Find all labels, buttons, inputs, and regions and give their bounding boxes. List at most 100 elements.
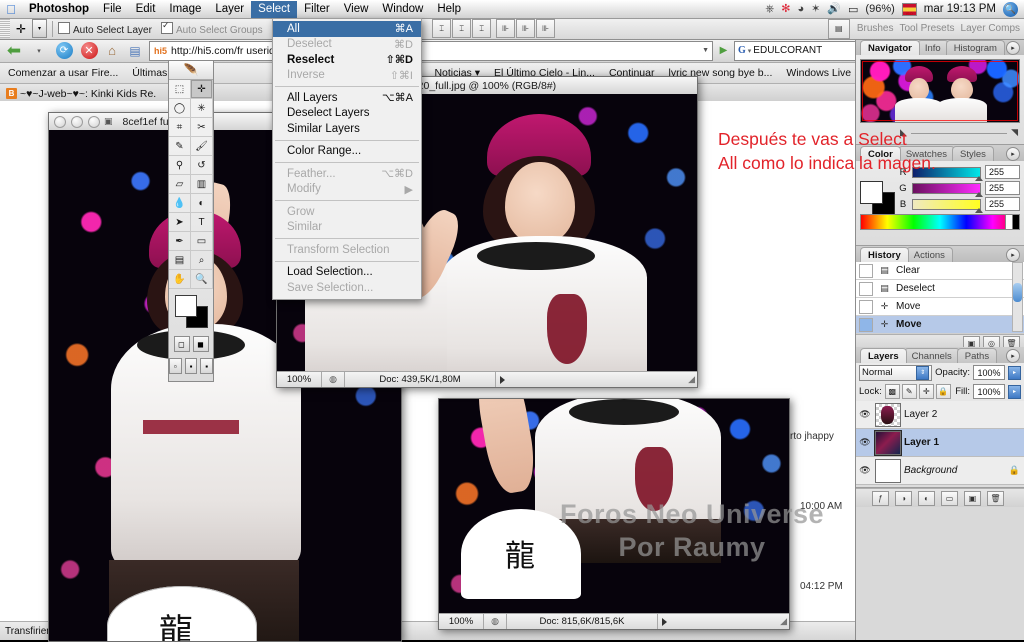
color-channel-row-g[interactable]: G 255 (898, 181, 1020, 197)
standard-screen-mode-button[interactable]: ▫ (169, 358, 182, 374)
spotlight-search-icon[interactable]: 🔍 (1003, 1, 1018, 17)
back-button[interactable]: ⬅ (3, 41, 25, 61)
lock-position-icon[interactable]: ✛ (918, 384, 934, 399)
layer-mask-icon[interactable]: ◑ (895, 490, 912, 506)
history-panel[interactable]: History Actions ▸ ▤ Clear ▤ Deselect ✛ M… (856, 246, 1024, 351)
zoom-button[interactable] (88, 115, 100, 128)
move-tool-icon[interactable]: ✛ (10, 19, 32, 38)
menu-layer[interactable]: Layer (208, 1, 251, 18)
foreground-color-swatch[interactable] (175, 295, 197, 317)
menu-filter[interactable]: Filter (297, 1, 337, 18)
panel-menu-icon[interactable]: ▸ (1006, 349, 1020, 363)
lock-image-icon[interactable]: ✎ (901, 384, 917, 399)
volume-icon[interactable]: 🔊 (827, 3, 841, 15)
browser-tab[interactable]: B ~♥~J-web~♥~: Kinki Kids Re. (6, 88, 156, 100)
menu-edit[interactable]: Edit (129, 1, 163, 18)
select-menu-dropdown[interactable]: All ⌘A Deselect ⌘D Reselect ⇧⌘D Inverse … (272, 18, 422, 300)
history-snapshot-box[interactable] (859, 263, 873, 278)
tab-layers[interactable]: Layers (860, 348, 907, 363)
apple-icon[interactable]:  (0, 3, 22, 16)
notes-tool[interactable]: ▤ (169, 251, 191, 270)
menu-item-reselect[interactable]: Reselect ⇧⌘D (273, 52, 421, 68)
minimize-button[interactable] (71, 115, 83, 128)
align-vertical-center-button[interactable]: ⌶ (452, 19, 472, 38)
checkbox-box[interactable] (160, 20, 173, 34)
visibility-toggle-icon[interactable]: 👁 (858, 409, 872, 420)
status-menu-arrow[interactable] (500, 375, 505, 384)
stamp-tool[interactable]: ⚲ (169, 156, 191, 175)
menu-view[interactable]: View (337, 1, 376, 18)
palette-well-icon[interactable]: ▤ (827, 18, 850, 39)
tab-actions[interactable]: Actions (905, 247, 953, 262)
tab-navigator[interactable]: Navigator (860, 40, 920, 55)
hand-tool[interactable]: ✋ (169, 270, 191, 289)
menu-item-deselect-layers[interactable]: Deselect Layers (273, 106, 421, 122)
zoom-level[interactable]: 100% (277, 372, 322, 387)
tool-preset-dropdown[interactable]: ▾ (32, 19, 47, 38)
history-state-selected[interactable]: ✛ Move (856, 316, 1024, 334)
delete-layer-icon[interactable]: 🗑 (987, 490, 1004, 506)
layer-thumbnail[interactable] (875, 402, 901, 427)
color-swatches[interactable] (169, 289, 213, 333)
layer-thumbnail[interactable] (875, 458, 901, 483)
url-input[interactable]: hi5 http://hi5.com/fr userid=2659659 ▼ (149, 40, 713, 61)
fill-value[interactable]: 100% (973, 384, 1005, 399)
menu-select[interactable]: Select (251, 0, 298, 18)
zoom-tool[interactable]: 🔍 (191, 270, 213, 289)
tab-paths[interactable]: Paths (956, 348, 998, 363)
bluetooth-icon[interactable]: ✶ (811, 3, 820, 15)
distribute-left-button[interactable]: ⊪ (496, 19, 516, 38)
history-state[interactable]: ▤ Deselect (856, 280, 1024, 298)
lock-all-icon[interactable]: 🔒 (935, 384, 951, 399)
layer-row[interactable]: 👁 Background 🔒 (856, 457, 1024, 485)
new-layer-icon[interactable]: ▣ (964, 490, 981, 506)
battery-icon[interactable]: ▭ (848, 3, 858, 16)
full-screen-mode-button[interactable]: ▪ (200, 358, 214, 374)
reload-button[interactable]: ⟳ (53, 41, 75, 61)
eraser-tool[interactable]: ▱ (169, 175, 191, 194)
fill-dropdown-icon[interactable]: ▸ (1008, 384, 1021, 399)
menu-image[interactable]: Image (162, 1, 208, 18)
brush-tool[interactable]: 🖌 (191, 137, 213, 156)
options-bar-grip[interactable] (0, 19, 10, 38)
stop-button[interactable]: ✕ (78, 41, 100, 61)
visibility-toggle-icon[interactable]: 👁 (858, 437, 872, 448)
bookmark-item[interactable]: Windows Live Hotm (786, 67, 860, 79)
color-channel-row-b[interactable]: B 255 (898, 197, 1020, 213)
menu-item-all[interactable]: All ⌘A (273, 21, 421, 37)
dodge-tool[interactable]: ◐ (191, 194, 213, 213)
wifi-icon[interactable]: ◕ (797, 3, 804, 15)
url-dropdown-icon[interactable]: ▼ (702, 47, 709, 54)
history-brush-tool[interactable]: ↺ (191, 156, 213, 175)
layer-name[interactable]: Layer 1 (904, 437, 939, 448)
checkbox-box[interactable] (58, 21, 70, 34)
forward-dropdown-icon[interactable]: ▾ (28, 41, 50, 61)
layers-panel[interactable]: Layers Channels Paths ▸ Normal ⇕ Opacity… (856, 347, 1024, 488)
blur-tool[interactable]: 💧 (169, 194, 191, 213)
menu-help[interactable]: Help (430, 1, 468, 18)
shape-tool[interactable]: ▭ (191, 232, 213, 251)
go-button[interactable]: ▶ (716, 43, 731, 59)
align-top-button[interactable]: ⌶ (432, 19, 452, 38)
spanish-flag-icon[interactable] (901, 2, 917, 16)
palette-well-tool-presets[interactable]: Tool Presets (900, 23, 955, 34)
chevron-down-icon[interactable]: ⇕ (916, 365, 930, 380)
quick-mask-on-button[interactable]: ◼ (192, 336, 209, 352)
panel-menu-icon[interactable]: ▸ (1006, 147, 1020, 161)
channel-value-g[interactable]: 255 (985, 181, 1020, 195)
channel-slider-b[interactable] (912, 198, 983, 213)
menu-item-all-layers[interactable]: All Layers ⌥⌘A (273, 90, 421, 106)
blend-mode-select[interactable]: Normal ⇕ (859, 364, 933, 381)
layer-row[interactable]: 👁 Layer 2 (856, 401, 1024, 429)
eyedropper-tool[interactable]: ⌕ (191, 251, 213, 270)
lock-transparency-icon[interactable]: ▩ (884, 384, 900, 399)
menu-bar-clock[interactable]: mar 19:13 PM (924, 3, 996, 15)
slice-tool[interactable]: ✂ (191, 118, 213, 137)
distribute-right-button[interactable]: ⊪ (536, 19, 556, 38)
mail-icon[interactable]: ✻ (781, 3, 790, 15)
crop-tool[interactable]: ⌗ (169, 118, 191, 137)
history-snapshot-box[interactable] (859, 299, 873, 314)
home-button[interactable]: ⌂ (103, 42, 121, 59)
panel-menu-icon[interactable]: ▸ (1006, 41, 1020, 55)
quick-mask-off-button[interactable]: ◻ (173, 336, 190, 352)
